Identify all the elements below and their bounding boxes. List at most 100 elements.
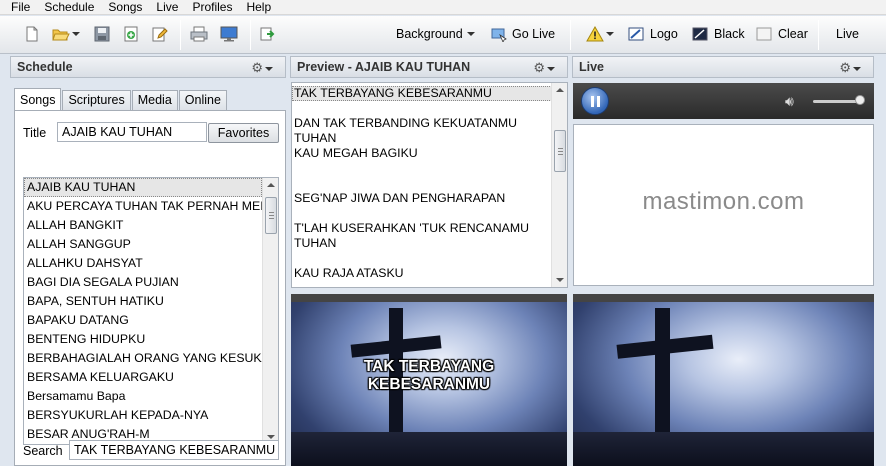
song-list-item[interactable]: BENTENG HIDUPKU: [24, 330, 262, 349]
add-button[interactable]: [123, 23, 139, 45]
favorites-button[interactable]: Favorites: [208, 123, 279, 143]
live-toggle-button[interactable]: Live: [836, 23, 859, 45]
pause-icon: [591, 96, 594, 107]
preview-header: Preview - AJAIB KAU TUHAN ⚙: [290, 56, 568, 78]
verse-item[interactable]: DAN TAK TERBANDING KEKUATANMU TUHAN: [292, 116, 552, 146]
monitor-icon: [220, 26, 238, 42]
title-label: Title: [23, 126, 47, 140]
pencil-icon: [152, 26, 168, 42]
watermark: mastimon.com: [642, 188, 805, 215]
display-button[interactable]: [220, 23, 238, 45]
song-list-item[interactable]: BERBAHAGIALAH ORANG YANG KESUKA: [24, 349, 262, 368]
black-button[interactable]: Black: [692, 23, 745, 45]
verse-item[interactable]: T'LAH KUSERAHKAN 'TUK RENCANAMU TUHAN: [292, 221, 532, 251]
save-button[interactable]: [94, 23, 110, 45]
menu-live[interactable]: Live: [156, 0, 178, 14]
verse-item[interactable]: SEG'NAP JIWA DAN PENGHARAPAN: [292, 191, 552, 206]
alert-button[interactable]: [586, 23, 614, 45]
schedule-panel: Songs Scriptures Media Online Title AJAI…: [10, 86, 286, 466]
preview-settings-button[interactable]: ⚙: [533, 60, 555, 76]
verse-item[interactable]: TAK TERBAYANG KEBESARANMU: [292, 86, 552, 101]
new-document-icon: [24, 26, 40, 42]
song-list-item[interactable]: ALLAH BANGKIT: [24, 216, 262, 235]
scrollbar-thumb[interactable]: [554, 130, 566, 172]
scroll-up-icon[interactable]: [267, 183, 275, 187]
go-live-button[interactable]: Go Live: [490, 23, 555, 45]
chevron-down-icon: [547, 66, 555, 71]
volume-slider-knob[interactable]: [855, 95, 865, 105]
song-list-item[interactable]: BERSYUKURLAH KEPADA-NYA: [24, 406, 262, 425]
chevron-down-icon: [853, 66, 861, 71]
live-settings-button[interactable]: ⚙: [839, 60, 861, 76]
song-list-item[interactable]: ALLAHKU DAHSYAT: [24, 254, 262, 273]
scroll-up-icon[interactable]: [556, 88, 564, 92]
volume-icon[interactable]: 🔊︎: [785, 93, 794, 110]
edit-button[interactable]: [152, 23, 168, 45]
warning-icon: [586, 25, 604, 42]
song-list-item[interactable]: Bersamamu Bapa: [24, 387, 262, 406]
clear-label: Clear: [778, 27, 808, 41]
song-list-item[interactable]: ALLAH SANGGUP: [24, 235, 262, 254]
slide-line-2: KEBESARANMU: [367, 376, 491, 393]
chevron-down-icon: [606, 32, 614, 36]
gear-icon: ⚙: [533, 60, 545, 75]
menu-profiles[interactable]: Profiles: [192, 0, 232, 14]
schedule-tabs: Songs Scriptures Media Online: [14, 88, 228, 110]
search-label: Search: [23, 444, 63, 458]
gear-icon: ⚙: [251, 60, 263, 75]
preview-scrollbar[interactable]: [551, 83, 567, 287]
printer-icon: [190, 26, 208, 42]
title-input[interactable]: AJAIB KAU TUHAN: [57, 122, 207, 142]
live-text-area: mastimon.com: [573, 124, 874, 286]
song-list-item[interactable]: BERSAMA KELUARGAKU: [24, 368, 262, 387]
live-label: Live: [836, 27, 859, 41]
schedule-settings-button[interactable]: ⚙: [251, 60, 273, 76]
floppy-disk-icon: [94, 26, 110, 42]
export-arrow-icon: [260, 26, 276, 42]
go-live-label: Go Live: [512, 27, 556, 41]
song-list-item[interactable]: BAPA, SENTUH HATIKU: [24, 292, 262, 311]
live-header: Live ⚙: [572, 56, 874, 78]
song-list-scrollbar[interactable]: [262, 178, 278, 444]
logo-label: Logo: [650, 27, 678, 41]
preview-title: Preview - AJAIB KAU TUHAN: [297, 60, 471, 74]
tab-songs[interactable]: Songs: [14, 88, 62, 110]
chevron-down-icon: [466, 32, 475, 36]
black-screen-icon: [692, 26, 708, 42]
live-slide[interactable]: [573, 294, 874, 466]
scroll-down-icon[interactable]: [267, 435, 275, 439]
live-title: Live: [579, 60, 605, 74]
menu-help[interactable]: Help: [246, 0, 271, 14]
scrollbar-thumb[interactable]: [265, 197, 277, 234]
chevron-down-icon[interactable]: [72, 32, 80, 36]
menu-schedule[interactable]: Schedule: [44, 0, 94, 14]
verse-item[interactable]: KAU RAJA ATASKU: [292, 266, 552, 281]
new-button[interactable]: [24, 23, 40, 45]
open-button[interactable]: [52, 23, 80, 45]
background-button[interactable]: Background: [396, 23, 475, 45]
verse-item[interactable]: KAU MEGAH BAGIKU: [292, 146, 552, 161]
tab-scriptures[interactable]: Scriptures: [62, 90, 131, 110]
scroll-down-icon[interactable]: [556, 278, 564, 282]
menu-songs[interactable]: Songs: [108, 0, 142, 14]
song-list-item[interactable]: BAPAKU DATANG: [24, 311, 262, 330]
clear-button[interactable]: Clear: [756, 23, 808, 45]
pause-button[interactable]: [581, 87, 609, 115]
song-items: AJAIB KAU TUHAN AKU PERCAYA TUHAN TAK PER…: [24, 178, 262, 444]
song-list-item[interactable]: AKU PERCAYA TUHAN TAK PERNAH MEI: [24, 197, 262, 216]
background-label: Background: [396, 27, 463, 41]
song-list-item[interactable]: BAGI DIA SEGALA PUJIAN: [24, 273, 262, 292]
slide-line-1: TAK TERBAYANG: [363, 358, 495, 375]
go-live-icon: [490, 26, 507, 43]
song-list-item[interactable]: AJAIB KAU TUHAN: [24, 178, 262, 197]
tab-media[interactable]: Media: [131, 90, 178, 110]
tab-online[interactable]: Online: [178, 90, 227, 110]
preview-slide[interactable]: TAK TERBAYANG KEBESARANMU: [291, 294, 567, 466]
export-button[interactable]: [260, 23, 276, 45]
clear-screen-icon: [756, 26, 772, 42]
logo-button[interactable]: Logo: [628, 23, 678, 45]
menu-file[interactable]: File: [11, 0, 30, 14]
print-button[interactable]: [190, 23, 208, 45]
search-input[interactable]: TAK TERBAYANG KEBESARANMU: [69, 440, 279, 460]
slide-ground: [291, 432, 567, 466]
